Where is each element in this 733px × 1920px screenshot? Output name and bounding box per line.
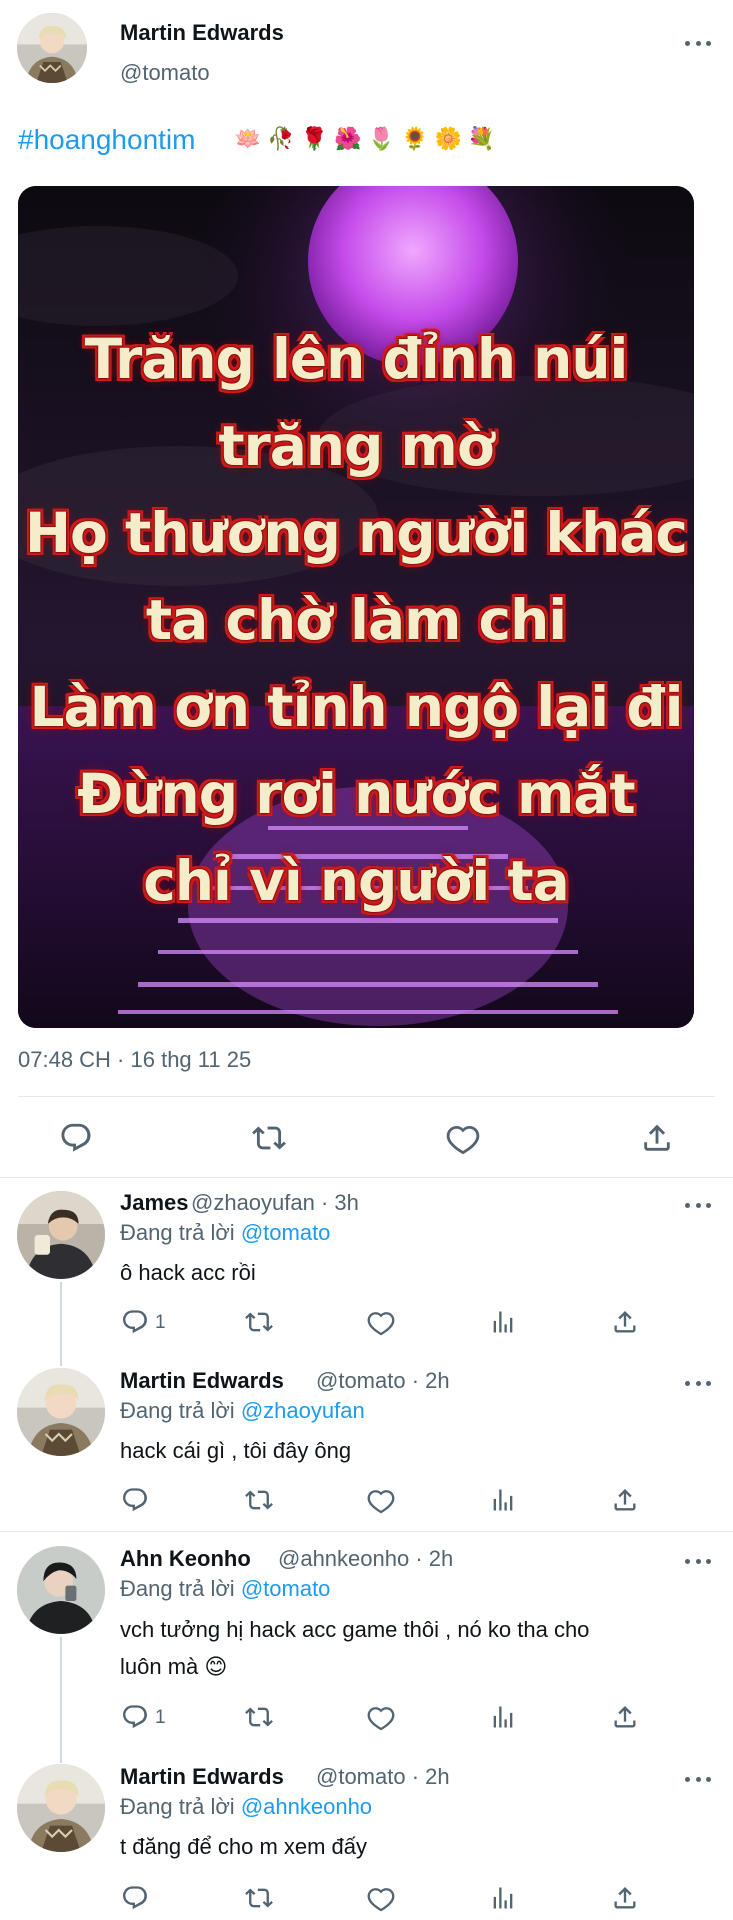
- avatar-image: [17, 1368, 105, 1456]
- more-options-icon[interactable]: [685, 1378, 711, 1388]
- like-icon[interactable]: [367, 1703, 395, 1731]
- author-name[interactable]: Martin Edwards: [120, 20, 284, 46]
- emoji: 🌼: [434, 126, 462, 151]
- retweet-icon[interactable]: [245, 1486, 273, 1514]
- reply-icon[interactable]: [59, 1121, 93, 1155]
- reply-author-name[interactable]: Martin Edwards: [120, 1764, 284, 1790]
- avatar-image: [17, 13, 87, 83]
- divider: [18, 1096, 715, 1097]
- reply-text: vch tưởng hị hack acc game thôi , nó ko …: [120, 1611, 589, 1685]
- reply-icon[interactable]: [121, 1884, 149, 1912]
- emoji: 🌺: [334, 126, 362, 151]
- reply-text: hack cái gì , tôi đây ông: [120, 1438, 352, 1463]
- more-options-icon[interactable]: [685, 1200, 711, 1210]
- replying-to-link[interactable]: @ahnkeonho: [241, 1794, 372, 1819]
- share-icon[interactable]: [640, 1121, 674, 1155]
- reply-avatar[interactable]: [17, 1191, 105, 1279]
- reply-author-name[interactable]: James: [120, 1190, 189, 1216]
- replying-to-label: Đang trả lời @zhaoyufan: [120, 1398, 365, 1424]
- views-icon[interactable]: [489, 1703, 517, 1731]
- reply-count: 1: [155, 1312, 166, 1333]
- views-icon[interactable]: [489, 1308, 517, 1336]
- emoji: 🪷: [234, 126, 262, 151]
- thread-line: [60, 1637, 62, 1763]
- poem-line: Làm ơn tỉnh ngộ lại đi: [29, 675, 684, 739]
- divider: [0, 1531, 733, 1532]
- reply-handle-time[interactable]: @ahnkeonho · 2h: [278, 1546, 453, 1572]
- thread-line: [60, 1282, 62, 1366]
- divider: [0, 1177, 733, 1178]
- emoji: 🌹: [300, 126, 329, 151]
- image-poem-text: Trăng lên đỉnh núi trăng mờ Họ thương ng…: [18, 316, 694, 925]
- emoji: 🌷: [367, 126, 396, 151]
- replying-prefix: Đang trả lời: [120, 1398, 235, 1423]
- reply-author-name[interactable]: Ahn Keonho: [120, 1546, 251, 1572]
- replying-to-label: Đang trả lời @tomato: [120, 1576, 330, 1602]
- replying-to-link[interactable]: @tomato: [241, 1220, 331, 1245]
- share-icon[interactable]: [611, 1884, 639, 1912]
- replying-to-link[interactable]: @tomato: [241, 1576, 331, 1601]
- views-icon[interactable]: [489, 1486, 517, 1514]
- poem-line: Họ thương người khác: [25, 501, 688, 565]
- avatar-image: [17, 1191, 105, 1279]
- replying-prefix: Đang trả lời: [120, 1220, 235, 1245]
- retweet-icon[interactable]: [252, 1121, 286, 1155]
- poem-line: trăng mờ: [218, 414, 494, 478]
- reply-avatar[interactable]: [17, 1368, 105, 1456]
- reply-icon[interactable]: [121, 1308, 149, 1336]
- emoji: 💐: [467, 126, 496, 151]
- reply-author-name[interactable]: Martin Edwards: [120, 1368, 284, 1394]
- poem-line: Đừng rơi nước mắt: [77, 762, 635, 826]
- reply-avatar[interactable]: [17, 1546, 105, 1634]
- avatar-image: [17, 1546, 105, 1634]
- reply-text: t đăng để cho m xem đấy: [120, 1834, 368, 1859]
- poem-line: Trăng lên đỉnh núi: [84, 327, 629, 391]
- retweet-icon[interactable]: [245, 1703, 273, 1731]
- like-icon[interactable]: [446, 1121, 480, 1155]
- avatar-image: [17, 1764, 105, 1852]
- more-options-icon[interactable]: [685, 1774, 711, 1784]
- author-handle[interactable]: @tomato: [120, 60, 210, 86]
- poem-line: ta chờ làm chi: [145, 588, 567, 652]
- emoji: 🌻: [401, 126, 429, 151]
- retweet-icon[interactable]: [245, 1308, 273, 1336]
- like-icon[interactable]: [367, 1308, 395, 1336]
- reply-handle-time[interactable]: @zhaoyufan · 3h: [191, 1190, 359, 1216]
- reply-text-line: luôn mà 😊: [120, 1654, 228, 1679]
- replying-prefix: Đang trả lời: [120, 1794, 235, 1819]
- tweet-media-image[interactable]: Trăng lên đỉnh núi trăng mờ Họ thương ng…: [18, 186, 694, 1028]
- replying-to-label: Đang trả lời @tomato: [120, 1220, 330, 1246]
- like-icon[interactable]: [367, 1884, 395, 1912]
- emoji: 🥀: [267, 126, 295, 151]
- replying-to-label: Đang trả lời @ahnkeonho: [120, 1794, 372, 1820]
- tweet-timestamp[interactable]: 07:48 CH · 16 thg 11 25: [18, 1047, 251, 1073]
- reply-avatar[interactable]: [17, 1764, 105, 1852]
- like-icon[interactable]: [367, 1486, 395, 1514]
- emoji-row: 🪷 🥀 🌹 🌺 🌷 🌻 🌼 💐: [234, 126, 495, 152]
- share-icon[interactable]: [611, 1703, 639, 1731]
- share-icon[interactable]: [611, 1308, 639, 1336]
- reply-handle-time[interactable]: @tomato · 2h: [316, 1368, 450, 1394]
- replying-to-link[interactable]: @zhaoyufan: [241, 1398, 365, 1423]
- reply-icon[interactable]: [121, 1486, 149, 1514]
- hashtag-link[interactable]: #hoanghontim: [18, 124, 195, 156]
- reply-icon[interactable]: [121, 1703, 149, 1731]
- reply-handle-time[interactable]: @tomato · 2h: [316, 1764, 450, 1790]
- share-icon[interactable]: [611, 1486, 639, 1514]
- replying-prefix: Đang trả lời: [120, 1576, 235, 1601]
- views-icon[interactable]: [489, 1884, 517, 1912]
- reply-text-line: vch tưởng hị hack acc game thôi , nó ko …: [120, 1617, 590, 1642]
- author-avatar[interactable]: [17, 13, 87, 83]
- more-options-icon[interactable]: [685, 1556, 711, 1566]
- reply-text: ô hack acc rồi: [120, 1260, 256, 1285]
- poem-line: chỉ vì người ta: [143, 849, 569, 913]
- retweet-icon[interactable]: [245, 1884, 273, 1912]
- reply-count: 1: [155, 1707, 166, 1728]
- more-options-icon[interactable]: [685, 38, 711, 48]
